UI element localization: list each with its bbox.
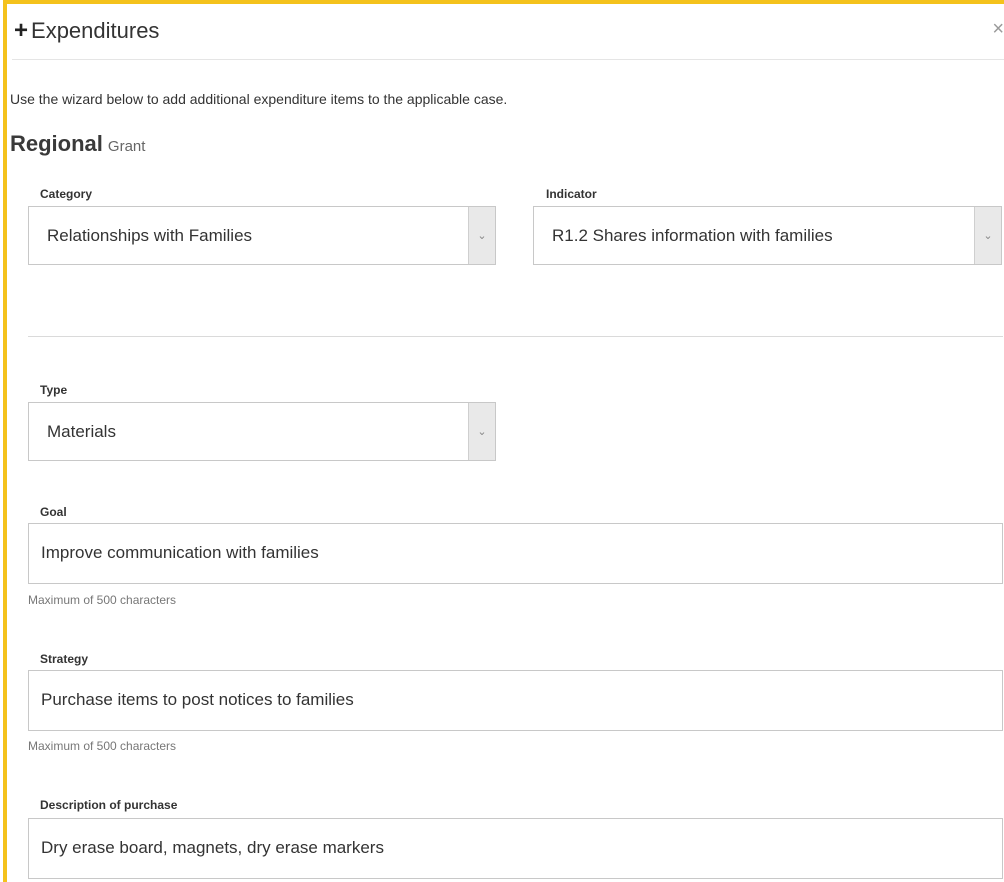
chevron-down-icon[interactable]: ⌄ (468, 207, 495, 264)
intro-text: Use the wizard below to add additional e… (10, 91, 508, 107)
type-value: Materials (47, 422, 116, 441)
expenditures-dialog: + Expenditures × Use the wizard below to… (0, 0, 1004, 882)
strategy-label: Strategy (40, 652, 89, 666)
section-divider (28, 336, 1003, 337)
category-select[interactable]: Relationships with Families ⌄ (28, 206, 496, 265)
dialog-title-text: Expenditures (31, 18, 160, 43)
indicator-label: Indicator (546, 187, 597, 201)
program-heading: Regional Grant (10, 131, 145, 157)
strategy-field[interactable]: Purchase items to post notices to famili… (28, 670, 1003, 731)
goal-value: Improve communication with families (41, 543, 319, 562)
dialog-header: + Expenditures × (12, 4, 1004, 60)
goal-hint: Maximum of 500 characters (28, 593, 177, 607)
highlight-border-left (3, 0, 7, 882)
type-select[interactable]: Materials ⌄ (28, 402, 496, 461)
category-value: Relationships with Families (47, 226, 253, 245)
chevron-down-icon[interactable]: ⌄ (468, 403, 495, 460)
description-field[interactable]: Dry erase board, magnets, dry erase mark… (28, 818, 1003, 879)
indicator-value: R1.2 Shares information with families (552, 226, 833, 245)
program-type: Grant (107, 138, 146, 155)
type-label: Type (40, 383, 68, 397)
strategy-value: Purchase items to post notices to famili… (41, 690, 354, 709)
goal-field[interactable]: Improve communication with families (28, 523, 1003, 584)
indicator-select[interactable]: R1.2 Shares information with families ⌄ (533, 206, 1002, 265)
description-value: Dry erase board, magnets, dry erase mark… (41, 838, 384, 857)
category-label: Category (40, 187, 93, 201)
description-label: Description of purchase (40, 798, 178, 812)
program-name: Regional (10, 131, 103, 156)
goal-label: Goal (40, 505, 67, 519)
dialog-title: + Expenditures (14, 18, 159, 44)
plus-icon: + (14, 17, 29, 44)
strategy-hint: Maximum of 500 characters (28, 739, 177, 753)
close-icon[interactable]: × (992, 18, 1004, 41)
chevron-down-icon[interactable]: ⌄ (974, 207, 1001, 264)
